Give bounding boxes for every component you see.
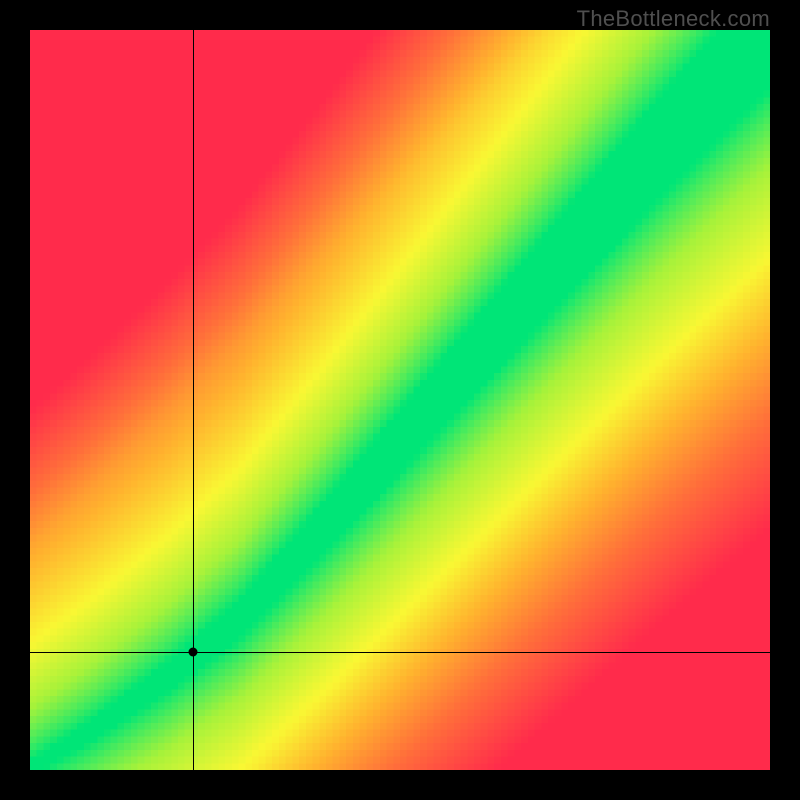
chart-frame: TheBottleneck.com <box>0 0 800 800</box>
watermark-text: TheBottleneck.com <box>577 6 770 32</box>
heatmap-plot <box>30 30 770 770</box>
marker-dot <box>188 647 197 656</box>
crosshair-vertical <box>193 30 194 770</box>
crosshair-horizontal <box>30 652 770 653</box>
heatmap-canvas <box>30 30 770 770</box>
